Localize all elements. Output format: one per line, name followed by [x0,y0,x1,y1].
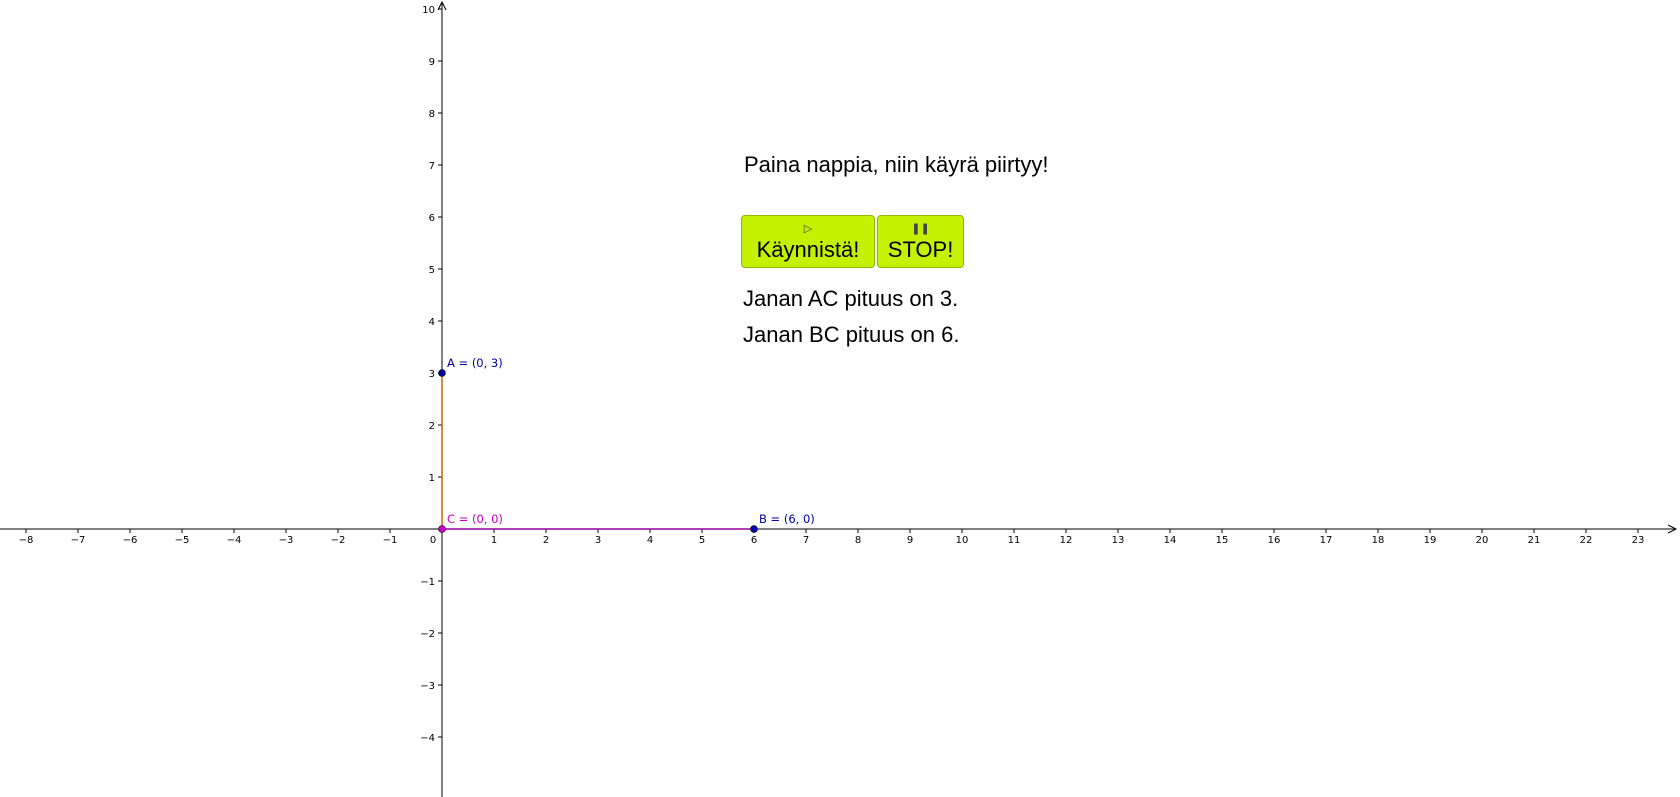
points: A = (0, 3) B = (6, 0) C = (0, 0) [438,356,815,533]
segment-bc-length-text: Janan BC pituus on 6. [743,322,960,347]
point-a-label: A = (0, 3) [447,356,503,370]
y-tick-label: 1 [429,473,435,484]
x-tick-label: 21 [1528,535,1541,546]
x-tick-label: 16 [1268,535,1281,546]
x-tick-label: −6 [123,535,138,546]
y-tick-label: 4 [429,317,435,328]
x-tick-label: 3 [595,535,601,546]
y-tick-label: 6 [429,213,435,224]
stop-button[interactable]: ❚❚ STOP! [877,215,964,268]
y-tick-label: −2 [420,629,435,640]
y-tick-label: 3 [429,369,435,380]
point-a [438,369,446,377]
x-tick-label: 15 [1216,535,1229,546]
start-button-label: Käynnistä! [756,237,860,262]
x-tick-label: 10 [956,535,969,546]
start-button[interactable]: ▷ Käynnistä! [741,215,875,268]
y-tick-label: 5 [429,265,435,276]
y-tick-label: −4 [420,733,435,744]
x-tick-label: −1 [383,535,398,546]
x-tick-label: 1 [491,535,497,546]
y-tick-label: 9 [429,57,435,68]
x-tick-label: −8 [19,535,34,546]
x-tick-label: 17 [1320,535,1333,546]
x-tick-label: 2 [543,535,549,546]
x-tick-label: 6 [751,535,757,546]
x-tick-label: 20 [1476,535,1489,546]
segments [441,373,754,530]
x-tick-label: 5 [699,535,705,546]
x-tick-label: 23 [1632,535,1645,546]
y-tick-label: 8 [429,109,435,120]
instruction-text: Paina nappia, niin käyrä piirtyy! [744,152,1049,177]
x-tick-label: 11 [1008,535,1021,546]
x-tick-label: −5 [175,535,190,546]
y-tick-label: 10 [422,5,435,16]
x-tick-label: 14 [1164,535,1177,546]
point-c [438,525,446,533]
x-tick-label: 18 [1372,535,1385,546]
x-tick-label: 0 [430,535,436,546]
y-tick-label: −1 [420,577,435,588]
x-tick-label: 22 [1580,535,1593,546]
x-tick-label: −3 [279,535,294,546]
stop-button-label: STOP! [887,237,954,262]
coordinate-axes: −8 −7 −6 −5 −4 −3 −2 −1 0 1 2 3 4 5 6 7 8 9 10 11 12 13 14 15 16… [0,0,1678,797]
segment-ac-length-text: Janan AC pituus on 3. [743,286,959,311]
y-tick-label: 2 [429,421,435,432]
x-tick-label: 9 [907,535,913,546]
x-tick-label: −2 [331,535,346,546]
point-b-label: B = (6, 0) [759,512,815,526]
y-tick-label: −3 [420,681,435,692]
point-b [750,525,758,533]
x-tick-label: −4 [227,535,242,546]
x-tick-label: 8 [855,535,861,546]
x-tick-label: 7 [803,535,809,546]
pause-icon: ❚❚ [911,222,930,235]
x-tick-label: 19 [1424,535,1437,546]
play-icon: ▷ [803,222,813,235]
y-tick-label: 7 [429,161,435,172]
point-c-label: C = (0, 0) [447,512,503,526]
graphics-view[interactable]: −8 −7 −6 −5 −4 −3 −2 −1 0 1 2 3 4 5 6 7 8 9 10 11 12 13 14 15 16… [0,0,1680,797]
x-tick-label: 4 [647,535,653,546]
x-tick-label: 12 [1060,535,1073,546]
x-tick-label: −7 [71,535,86,546]
x-tick-label: 13 [1112,535,1125,546]
